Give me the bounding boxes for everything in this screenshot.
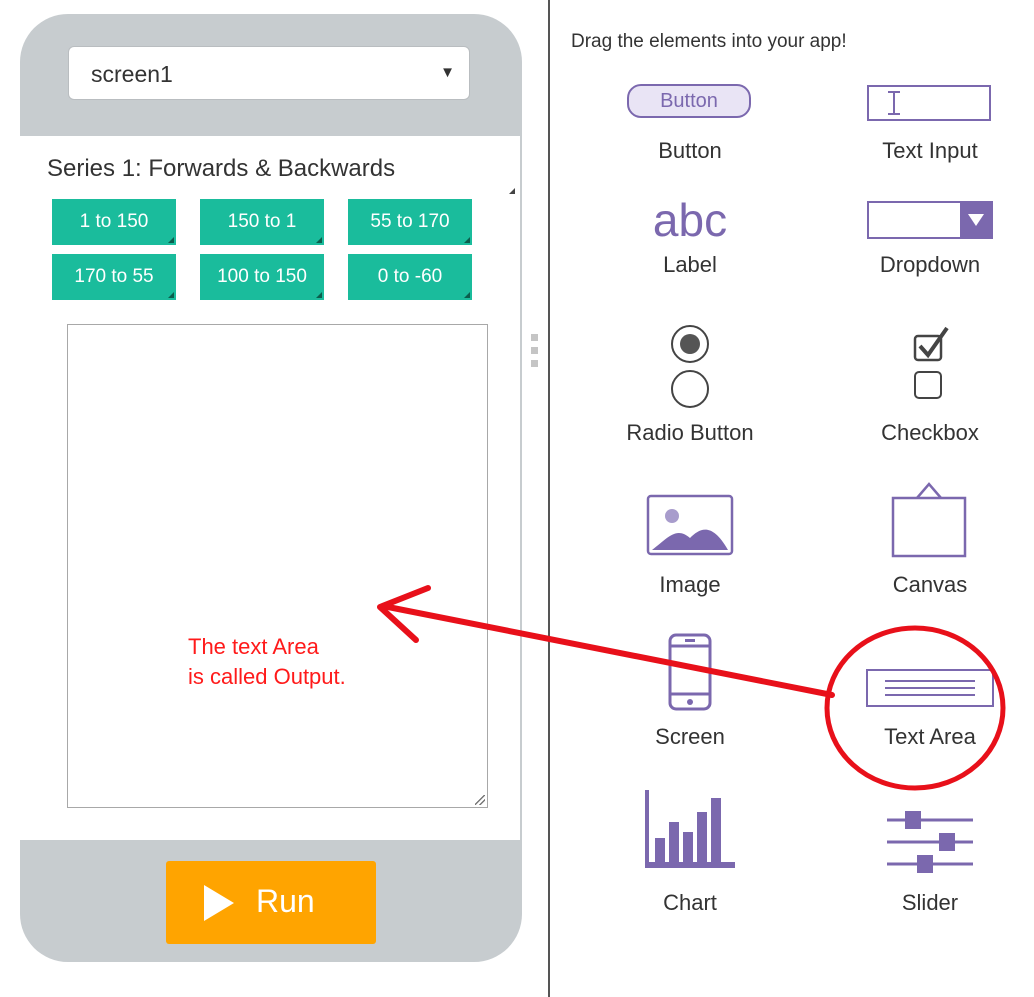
splitter-grip-icon[interactable] — [531, 347, 538, 354]
resize-corner-icon — [168, 292, 174, 298]
toolbox-item-radio-button[interactable]: Radio Button — [605, 324, 775, 454]
toolbox-item-canvas[interactable]: Canvas — [845, 478, 1015, 604]
chevron-down-icon: ▼ — [440, 64, 455, 81]
annotation-line-2: is called Output. — [188, 664, 346, 689]
label-abc-icon: abc — [652, 194, 728, 246]
canvas-icon — [891, 482, 967, 558]
output-text-area[interactable] — [67, 324, 488, 808]
image-icon — [646, 494, 734, 556]
panel-divider[interactable] — [548, 0, 550, 997]
run-button[interactable]: Run — [166, 861, 376, 944]
text-input-icon — [867, 85, 991, 121]
resize-corner-icon — [464, 237, 470, 243]
button-preview-icon: Button — [627, 84, 751, 118]
radio-button-icon — [671, 325, 709, 408]
button-label: 170 to 55 — [74, 266, 154, 287]
resize-corner-icon — [316, 292, 322, 298]
resize-grip-icon[interactable] — [475, 795, 485, 805]
splitter-grip-icon[interactable] — [531, 360, 538, 367]
toolbox-item-screen[interactable]: Screen — [605, 632, 775, 756]
button-0-to-minus-60[interactable]: 0 to -60 — [348, 254, 472, 300]
dropdown-icon — [867, 201, 993, 239]
phone-screen-icon — [668, 633, 712, 711]
resize-corner-icon — [316, 237, 322, 243]
toolbox-item-label: Image — [659, 572, 721, 597]
toolbox-item-label: Checkbox — [881, 420, 979, 445]
toolbox-item-label: Text Input — [882, 138, 978, 163]
toolbox-item-checkbox[interactable]: Checkbox — [845, 324, 1015, 454]
button-100-to-150[interactable]: 100 to 150 — [200, 254, 324, 300]
resize-handle-icon[interactable] — [509, 188, 515, 194]
run-label: Run — [256, 883, 315, 919]
screen-select[interactable]: screen1 ▼ — [68, 46, 470, 100]
toolbox-item-chart[interactable]: Chart — [605, 788, 775, 918]
toolbox-item-text-area[interactable]: Text Area — [845, 668, 1015, 756]
toolbox-item-label: Dropdown — [879, 252, 981, 277]
toolbox-item-label: Text Area — [884, 724, 976, 749]
toolbox-item-slider[interactable]: Slider — [845, 808, 1015, 918]
button-label: 100 to 150 — [217, 266, 307, 287]
resize-corner-icon — [168, 237, 174, 243]
toolbox-item-image[interactable]: Image — [605, 494, 775, 604]
screen-select-value: screen1 — [91, 61, 173, 87]
annotation-line-1: The text Area — [188, 634, 319, 659]
toolbox-item-label: Slider — [901, 890, 959, 915]
text-area-icon — [866, 669, 994, 707]
toolbox-item-text-input[interactable]: Text Input — [845, 84, 1015, 184]
toolbox-item-label-widget[interactable]: abc Label — [605, 196, 775, 286]
button-55-to-170[interactable]: 55 to 170 — [348, 199, 472, 245]
button-label: 0 to -60 — [377, 266, 443, 287]
button-label: 1 to 150 — [79, 211, 149, 232]
checkbox-icon — [913, 326, 949, 399]
button-150-to-1[interactable]: 150 to 1 — [200, 199, 324, 245]
button-170-to-55[interactable]: 170 to 55 — [52, 254, 176, 300]
toolbox-item-button[interactable]: Button Button — [605, 84, 775, 184]
bar-chart-icon — [645, 790, 735, 868]
toolbox-item-label: Radio Button — [626, 420, 754, 445]
toolbox-item-label: Button — [658, 138, 722, 163]
toolbox-item-label: Label — [663, 252, 717, 277]
toolbox-item-label: Canvas — [892, 572, 968, 597]
series-label: Series 1: Forwards & Backwards — [47, 155, 396, 182]
toolbox-item-label: Chart — [663, 890, 717, 915]
toolbox-item-dropdown[interactable]: Dropdown — [845, 200, 1015, 286]
button-label: 55 to 170 — [370, 211, 450, 232]
toolbox-item-label: Screen — [655, 724, 725, 749]
button-1-to-150[interactable]: 1 to 150 — [52, 199, 176, 245]
play-icon — [204, 885, 234, 921]
slider-icon — [887, 811, 973, 873]
toolbox-title: Drag the elements into your app! — [571, 31, 847, 52]
splitter-grip-icon[interactable] — [531, 334, 538, 341]
resize-corner-icon — [464, 292, 470, 298]
button-label: 150 to 1 — [227, 211, 297, 232]
